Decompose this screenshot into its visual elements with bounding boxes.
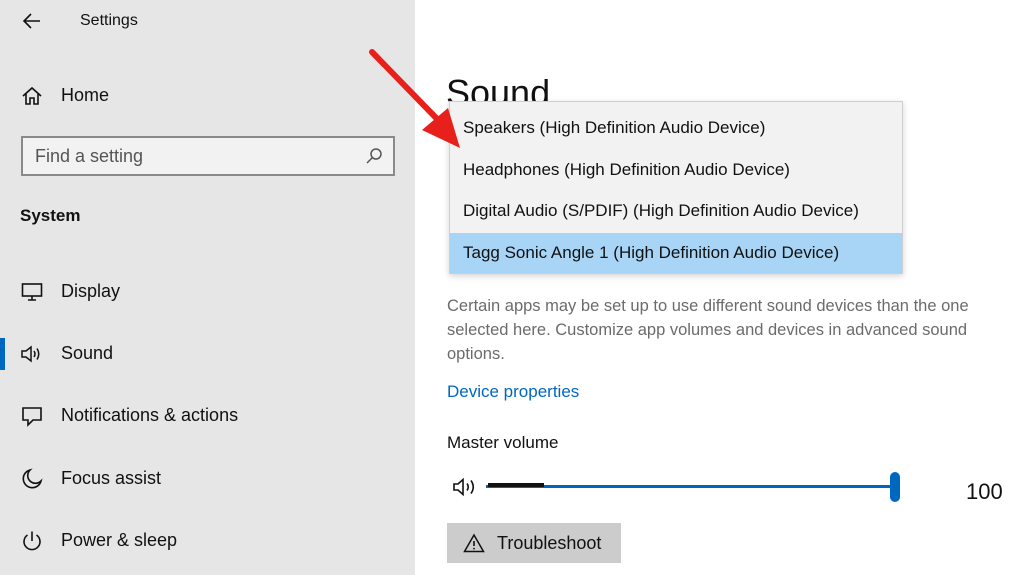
active-indicator bbox=[0, 338, 5, 370]
sidebar-item-focus-assist[interactable]: Focus assist bbox=[0, 459, 415, 499]
app-title: Settings bbox=[80, 12, 138, 29]
output-device-dropdown-list[interactable]: Speakers (High Definition Audio Device) … bbox=[449, 101, 903, 274]
search-input[interactable] bbox=[35, 145, 355, 167]
section-title: System bbox=[20, 206, 81, 225]
title-bar: Settings bbox=[0, 0, 415, 44]
power-icon bbox=[20, 529, 44, 553]
moon-icon bbox=[20, 467, 44, 491]
monitor-icon bbox=[20, 280, 44, 304]
master-volume-value: 100 bbox=[966, 479, 1003, 504]
sidebar-item-label: Power & sleep bbox=[61, 530, 178, 550]
slider-track bbox=[486, 485, 894, 488]
sidebar-item-label: Notifications & actions bbox=[61, 405, 239, 425]
speaker-icon bbox=[20, 342, 44, 366]
back-button[interactable] bbox=[18, 8, 46, 34]
master-volume-slider[interactable] bbox=[486, 470, 906, 504]
sound-device-description: Certain apps may be set up to use differ… bbox=[447, 297, 969, 363]
dropdown-option[interactable]: Speakers (High Definition Audio Device) bbox=[450, 108, 902, 148]
sidebar-item-label: Display bbox=[61, 281, 121, 301]
notification-icon bbox=[20, 404, 44, 428]
sidebar-item-label: Sound bbox=[61, 343, 114, 363]
home-icon bbox=[20, 84, 44, 108]
sidebar-item-home[interactable]: Home bbox=[0, 78, 415, 114]
master-volume-label: Master volume bbox=[447, 433, 559, 452]
sidebar-item-sound[interactable]: Sound bbox=[0, 334, 415, 374]
sidebar-item-notifications[interactable]: Notifications & actions bbox=[0, 396, 415, 436]
slider-level-indicator bbox=[488, 483, 544, 487]
dropdown-option-selected[interactable]: Tagg Sonic Angle 1 (High Definition Audi… bbox=[450, 233, 902, 273]
slider-thumb[interactable] bbox=[890, 472, 900, 502]
sidebar: Settings Home System Display bbox=[0, 0, 415, 575]
sidebar-item-power-sleep[interactable]: Power & sleep bbox=[0, 521, 415, 561]
dropdown-option[interactable]: Digital Audio (S/PDIF) (High Definition … bbox=[450, 191, 902, 231]
sidebar-item-label: Focus assist bbox=[61, 468, 162, 488]
troubleshoot-button[interactable]: Troubleshoot bbox=[447, 523, 621, 563]
volume-speaker-icon[interactable] bbox=[452, 476, 482, 498]
annotation-arrow-icon bbox=[369, 49, 460, 148]
sidebar-item-label: Home bbox=[61, 85, 110, 105]
device-properties-link[interactable]: Device properties bbox=[447, 382, 579, 402]
troubleshoot-label: Troubleshoot bbox=[497, 532, 602, 553]
back-arrow-icon bbox=[23, 13, 40, 29]
dropdown-option[interactable]: Headphones (High Definition Audio Device… bbox=[450, 150, 902, 190]
search-box[interactable] bbox=[21, 136, 395, 176]
warning-icon bbox=[463, 533, 485, 553]
sidebar-item-display[interactable]: Display bbox=[0, 272, 415, 312]
